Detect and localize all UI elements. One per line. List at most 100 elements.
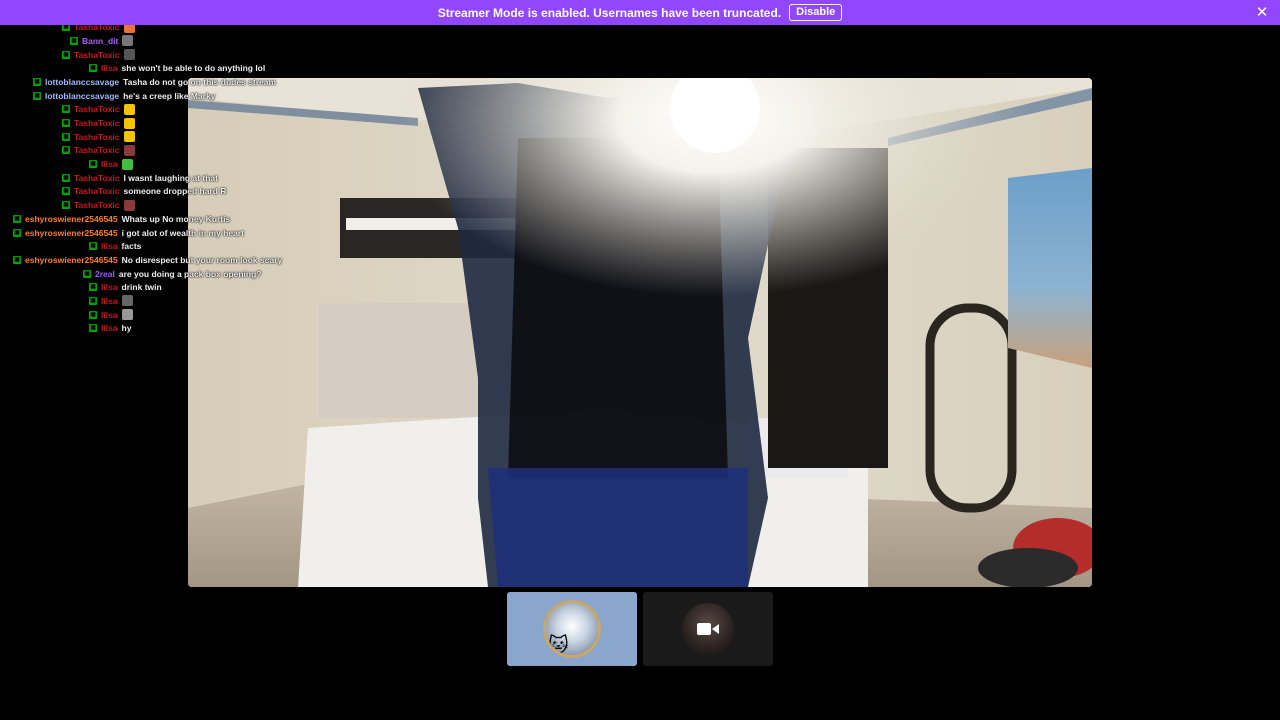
chat-username[interactable]: lottoblanccsavage (45, 91, 119, 101)
chat-badge-icon: ✖ (13, 228, 21, 237)
chat-badge-icon: ✖ (62, 201, 70, 210)
chat-badge-icon: ✖ (62, 105, 70, 114)
chat-badge-icon: ✖ (89, 160, 97, 169)
chat-emote-icon (123, 117, 135, 129)
chat-message: ✖ lilsa (0, 294, 300, 308)
chat-emote-icon (122, 35, 134, 47)
chat-message-text: Whats up No money Kurtis (121, 213, 231, 224)
streamer-mode-banner: Streamer Mode is enabled. Usernames have… (0, 0, 1280, 25)
chat-username[interactable]: TashaToxic (74, 104, 120, 114)
video-camera-icon (697, 623, 719, 635)
chat-badge-icon: ✖ (62, 50, 70, 59)
chat-message: ✖ lottoblanccsavage Tasha do not go on thi… (0, 75, 300, 89)
cat-icon: 🐱 (548, 633, 569, 657)
chat-message-text: facts (121, 241, 142, 252)
chat-username[interactable]: lilsa (101, 241, 118, 251)
chat-message-text: I wasnt laughing at that (123, 172, 218, 183)
chat-message: ✖ eshyroswiener2546545 i got alot of wealt… (0, 226, 300, 240)
chat-username[interactable]: lilsa (101, 296, 118, 306)
chat-badge-icon: ✖ (33, 91, 41, 100)
chat-message: ✖ TashaToxic (0, 130, 300, 144)
chat-username[interactable]: TashaToxic (74, 50, 120, 60)
chat-badge-icon: ✖ (62, 119, 70, 128)
chat-username[interactable]: eshyroswiener2546545 (25, 255, 118, 265)
chat-emote-icon (123, 103, 135, 115)
chat-username[interactable]: lilsa (101, 282, 118, 292)
chat-message-text: hy (121, 323, 132, 334)
chat-username[interactable]: lilsa (101, 323, 118, 333)
chat-badge-icon: ✖ (62, 173, 70, 182)
chat-badge-icon: ✖ (89, 310, 97, 319)
chat-username[interactable]: TashaToxic (74, 118, 120, 128)
chat-message: ✖ TashaToxic (0, 48, 300, 62)
chat-message: ✖ eshyroswiener2546545 Whats up No money K… (0, 212, 300, 226)
chat-message-text: are you doing a pack box opening? (118, 268, 262, 279)
chat-username[interactable]: eshyroswiener2546545 (25, 214, 118, 224)
chat-message: ✖ TashaToxic (0, 116, 300, 130)
chat-badge-icon: ✖ (13, 255, 21, 264)
chat-message: ✖ TashaToxic (0, 103, 300, 117)
chat-badge-icon: ✖ (89, 242, 97, 251)
chat-username[interactable]: lilsa (101, 63, 118, 73)
cat-avatar-icon: 🐱 (543, 600, 601, 658)
chat-badge-icon: ✖ (62, 187, 70, 196)
chat-username[interactable]: lilsa (101, 310, 118, 320)
chat-username[interactable]: TashaToxic (74, 132, 120, 142)
video-stream[interactable] (188, 78, 1092, 587)
chat-message-text: Tasha do not go on this dudes stream (123, 76, 277, 87)
chat-message: ✖ TashaToxic (0, 198, 300, 212)
chat-badge-icon: ✖ (62, 132, 70, 141)
chat-username[interactable]: lilsa (101, 159, 118, 169)
video-frame (188, 78, 1092, 587)
chat-message-text: drink twin (121, 282, 162, 293)
chat-badge-icon: ✖ (89, 283, 97, 292)
disable-streamer-mode-button[interactable]: Disable (789, 4, 843, 21)
chat-message: ✖ lilsa hy (0, 322, 300, 336)
chat-username[interactable]: lottoblanccsavage (45, 77, 119, 87)
chat-message: ✖ lilsa (0, 308, 300, 322)
close-icon[interactable]: ✕ (1254, 4, 1270, 20)
participant-avatar (682, 603, 734, 655)
chat-message-text: No disrespect but your room look scary (121, 254, 283, 265)
participant-tile-1[interactable]: 🐱 (507, 592, 637, 666)
chat-emote-icon (123, 144, 135, 156)
streamer-mode-message: Streamer Mode is enabled. Usernames have… (437, 5, 782, 20)
chat-overlay: ✖lilsashot✖lilsashot✖TashaToxic✖Bann_dit… (0, 0, 300, 335)
chat-message: ✖ Bann_dit (0, 34, 300, 48)
chat-emote-icon (121, 295, 133, 307)
chat-message-text: she won't be able to do anything lol (121, 63, 266, 74)
chat-badge-icon: ✖ (89, 296, 97, 305)
chat-message: ✖ TashaToxic I wasnt laughing at that (0, 171, 300, 185)
chat-username[interactable]: eshyroswiener2546545 (25, 228, 118, 238)
chat-username[interactable]: TashaToxic (74, 145, 120, 155)
chat-username[interactable]: 2real (95, 269, 115, 279)
chat-message: ✖ TashaToxic (0, 144, 300, 158)
chat-badge-icon: ✖ (13, 214, 21, 223)
chat-message: ✖ 2real are you doing a pack box opening? (0, 267, 300, 281)
chat-username[interactable]: TashaToxic (74, 186, 120, 196)
chat-emote-icon (121, 158, 133, 170)
chat-message: ✖ lottoblanccsavage he's a creep like Mark… (0, 89, 300, 103)
chat-username[interactable]: Bann_dit (82, 36, 118, 46)
chat-badge-icon: ✖ (89, 64, 97, 73)
chat-emote-icon (123, 131, 135, 143)
chat-emote-icon (123, 49, 135, 61)
chat-badge-icon: ✖ (70, 36, 78, 45)
chat-badge-icon: ✖ (62, 146, 70, 155)
chat-message: ✖ lilsa she won't be able to do anything l… (0, 61, 300, 75)
chat-badge-icon: ✖ (89, 324, 97, 333)
participant-tile-2[interactable] (643, 592, 773, 666)
chat-message: ✖ lilsa facts (0, 239, 300, 253)
chat-badge-icon: ✖ (83, 269, 91, 278)
chat-username[interactable]: TashaToxic (74, 200, 120, 210)
chat-badge-icon: ✖ (33, 77, 41, 86)
chat-message: ✖ TashaToxic someone dropped hard R (0, 185, 300, 199)
chat-message: ✖ lilsa (0, 157, 300, 171)
chat-emote-icon (123, 199, 135, 211)
chat-username[interactable]: TashaToxic (74, 173, 120, 183)
chat-message: ✖ eshyroswiener2546545 No disrespect but y… (0, 253, 300, 267)
chat-message-text: i got alot of wealth in my heart (121, 227, 244, 238)
chat-message: ✖ lilsa drink twin (0, 280, 300, 294)
chat-message-text: someone dropped hard R (123, 186, 227, 197)
chat-message-text: he's a creep like Marky (123, 90, 216, 101)
